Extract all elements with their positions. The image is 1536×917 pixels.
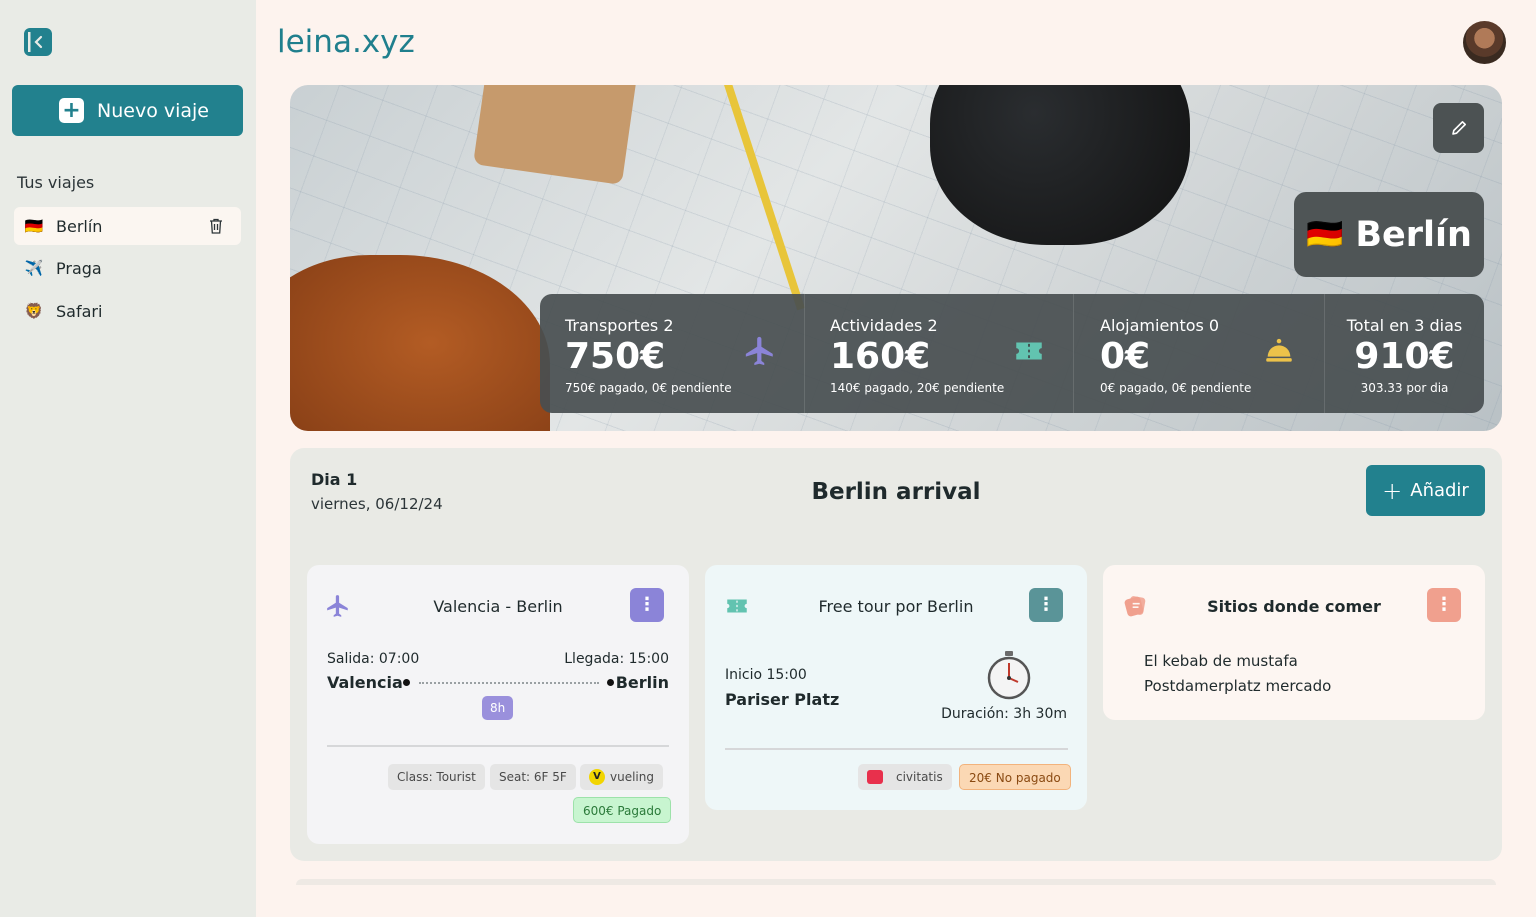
food-card[interactable]: Sitios donde comer ⋮ El kebab de mustafa… — [1103, 565, 1485, 720]
provider-name: civitatis — [896, 770, 943, 784]
provider-tag: civitatis — [858, 764, 952, 790]
stat-sub: 140€ pagado, 20€ pendiente — [830, 381, 1005, 395]
bell-icon — [1266, 338, 1292, 362]
airplane-icon: ✈️ — [24, 259, 44, 277]
plus-icon: + — [59, 98, 84, 123]
edit-trip-button[interactable] — [1433, 103, 1484, 153]
stat-label: Total en 3 dias — [1346, 316, 1463, 335]
airline-tag: V vueling — [580, 764, 663, 790]
stat-value: 750€ — [565, 336, 666, 377]
activity-duration: Duración: 3h 30m — [941, 706, 1067, 722]
new-trip-label: Nuevo viaje — [97, 99, 209, 122]
pencil-icon — [1451, 121, 1466, 135]
stat-value: 160€ — [830, 336, 931, 377]
stat-label: Alojamientos 0 — [1100, 316, 1220, 335]
stat-transportes: Transportes 2 750€ 750€ pagado, 0€ pendi… — [565, 294, 805, 413]
route-start-dot — [403, 679, 410, 686]
sidebar-item-safari[interactable]: 🦁 Safari — [14, 292, 241, 330]
stat-divider — [804, 294, 805, 413]
stat-label: Actividades 2 — [830, 316, 938, 335]
stat-total: Total en 3 dias 910€ 303.33 por dia — [1325, 294, 1484, 413]
add-item-label: Añadir — [1410, 480, 1469, 501]
departure-time: Salida: 07:00 — [327, 651, 420, 667]
day-panel: Dia 1 viernes, 06/12/24 Berlin arrival +… — [290, 448, 1502, 861]
stat-alojamientos: Alojamientos 0 0€ 0€ pagado, 0€ pendient… — [1100, 294, 1340, 413]
stat-label: Transportes 2 — [565, 316, 674, 335]
sidebar-item-praga[interactable]: ✈️ Praga — [14, 249, 241, 287]
duration-badge: 8h — [482, 696, 514, 720]
route-line — [419, 682, 599, 684]
payment-status-tag: 20€ No pagado — [959, 764, 1071, 790]
class-tag: Class: Tourist — [388, 764, 485, 790]
germany-flag-icon: 🇩🇪 — [24, 217, 44, 235]
list-item: El kebab de mustafa — [1144, 652, 1298, 670]
more-options-button[interactable]: ⋮ — [1427, 588, 1461, 622]
ticket-icon — [1016, 342, 1042, 360]
plane-icon — [745, 336, 773, 366]
arrival-time: Llegada: 15:00 — [564, 651, 669, 667]
stat-value: 0€ — [1100, 336, 1151, 377]
sidebar-collapse-button[interactable] — [24, 28, 52, 56]
plus-icon: + — [1382, 476, 1403, 505]
sidebar: + Nuevo viaje Tus viajes 🇩🇪 Berlín ✈️ Pr… — [0, 0, 256, 917]
more-options-button[interactable]: ⋮ — [630, 588, 664, 622]
sidebar-item-label: Safari — [56, 301, 103, 321]
departure-city: Valencia — [327, 673, 403, 692]
trash-icon[interactable] — [209, 218, 223, 234]
sidebar-item-label: Berlín — [56, 216, 103, 236]
germany-flag-icon: 🇩🇪 — [1306, 217, 1344, 252]
trips-heading: Tus viajes — [17, 173, 95, 192]
new-trip-button[interactable]: + Nuevo viaje — [12, 85, 243, 136]
stat-actividades: Actividades 2 160€ 140€ pagado, 20€ pend… — [830, 294, 1070, 413]
activity-place: Pariser Platz — [725, 690, 840, 709]
card-divider — [327, 745, 669, 747]
flight-card[interactable]: Valencia - Berlin ⋮ Salida: 07:00 Llegad… — [307, 565, 689, 844]
stat-sub: 0€ pagado, 0€ pendiente — [1100, 381, 1252, 395]
stopwatch-icon — [987, 651, 1031, 700]
arrival-city: Berlin — [615, 673, 669, 692]
activity-card[interactable]: Free tour por Berlin ⋮ Inicio 15:00 Pari… — [705, 565, 1087, 810]
route-end-dot — [607, 679, 614, 686]
sidebar-item-label: Praga — [56, 258, 102, 278]
card-divider — [725, 748, 1068, 750]
vueling-logo-icon: V — [589, 769, 605, 785]
add-item-button[interactable]: + Añadir — [1366, 465, 1485, 516]
sidebar-item-berlin[interactable]: 🇩🇪 Berlín — [14, 207, 241, 245]
day-title: Berlin arrival — [811, 479, 981, 505]
city-badge: 🇩🇪 Berlín — [1294, 192, 1484, 277]
city-name: Berlín — [1355, 214, 1472, 255]
trip-hero-banner: 🇩🇪 Berlín Transportes 2 750€ 750€ pagado… — [290, 85, 1502, 431]
stat-sub: 750€ pagado, 0€ pendiente — [565, 381, 732, 395]
airline-name: vueling — [610, 770, 654, 784]
stat-sub: 303.33 por dia — [1360, 381, 1449, 395]
next-day-panel-edge — [296, 879, 1496, 885]
activity-start-time: Inicio 15:00 — [725, 667, 807, 683]
list-item: Postdamerplatz mercado — [1144, 677, 1332, 695]
civitatis-logo-icon — [867, 770, 883, 784]
stat-divider — [1073, 294, 1074, 413]
more-options-button[interactable]: ⋮ — [1029, 588, 1063, 622]
user-avatar[interactable] — [1463, 21, 1506, 64]
seat-tag: Seat: 6F 5F — [490, 764, 576, 790]
chevron-left-icon — [28, 32, 43, 52]
budget-stats-panel: Transportes 2 750€ 750€ pagado, 0€ pendi… — [540, 294, 1484, 413]
payment-status-tag: 600€ Pagado — [573, 797, 672, 823]
stat-value: 910€ — [1354, 336, 1455, 377]
brand-logo[interactable]: leina.xyz — [277, 24, 415, 60]
lion-icon: 🦁 — [24, 302, 44, 320]
